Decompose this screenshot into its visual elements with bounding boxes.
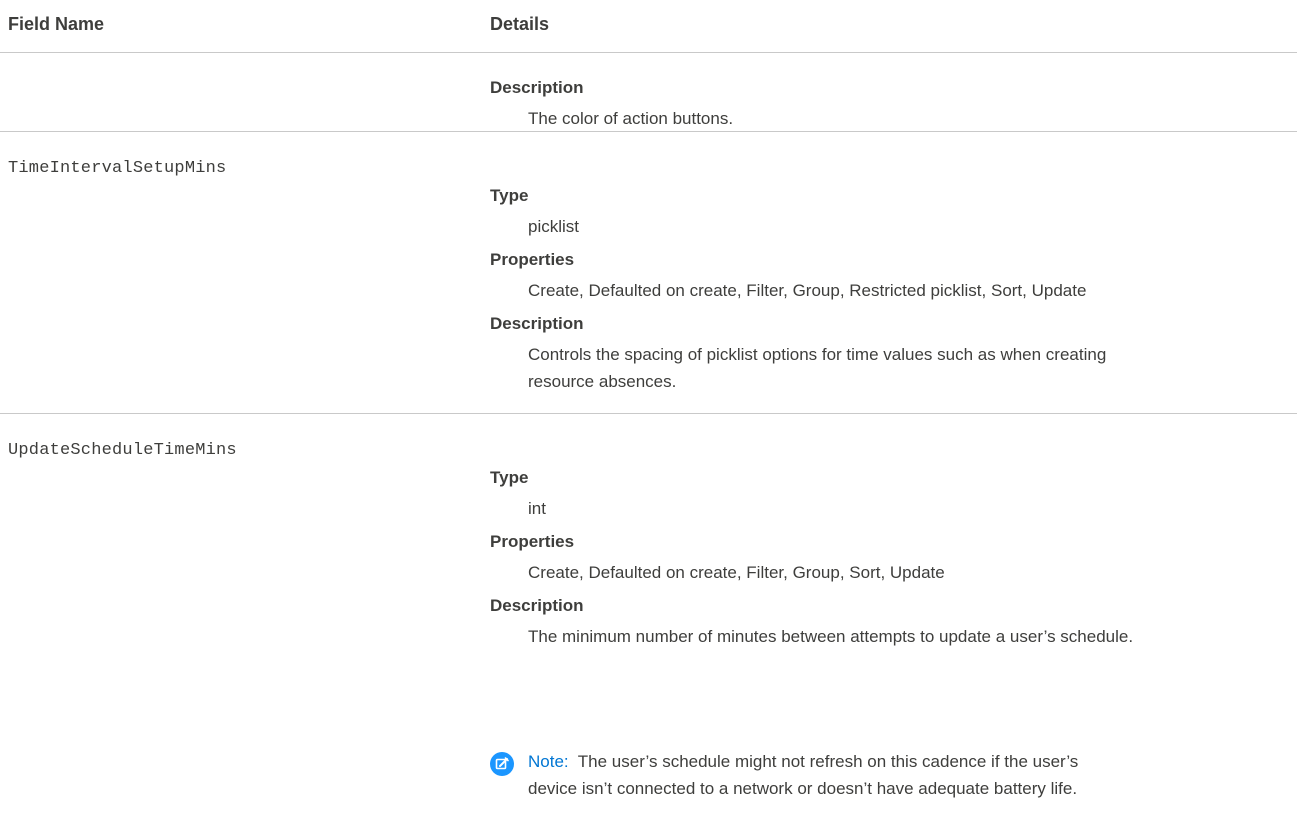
description-line: resource absences. bbox=[528, 372, 677, 391]
description-value: Controls the spacing of picklist options… bbox=[528, 341, 1268, 395]
type-label: Type bbox=[490, 186, 529, 205]
edit-note-icon bbox=[490, 752, 514, 776]
description-label: Description bbox=[490, 314, 584, 333]
description-label: Description bbox=[490, 596, 584, 615]
note-line-2: device isn’t connected to a network or d… bbox=[528, 779, 1078, 798]
description-value: The minimum number of minutes between at… bbox=[528, 627, 1134, 646]
type-value: int bbox=[528, 499, 546, 518]
details-column-header: Details bbox=[490, 14, 550, 34]
note-label: Note: bbox=[528, 752, 569, 771]
type-label: Type bbox=[490, 468, 529, 487]
properties-label: Properties bbox=[490, 532, 575, 551]
properties-value: Create, Defaulted on create, Filter, Gro… bbox=[528, 563, 945, 582]
note-text: Note: The user’s schedule might not refr… bbox=[528, 748, 1268, 802]
description-line: Controls the spacing of picklist options… bbox=[528, 345, 1107, 364]
note-callout: Note: The user’s schedule might not refr… bbox=[490, 748, 1280, 808]
properties-label: Properties bbox=[490, 250, 575, 269]
type-value: picklist bbox=[528, 217, 580, 236]
field-name-column-header: Field Name bbox=[8, 14, 105, 34]
field-name: TimeIntervalSetupMins bbox=[8, 159, 227, 178]
table-header: Field Name Details bbox=[0, 0, 1297, 52]
field-name: UpdateScheduleTimeMins bbox=[8, 441, 237, 460]
description-label: Description bbox=[490, 78, 584, 97]
table-row: TimeIntervalSetupMins Type picklist Prop… bbox=[0, 131, 1297, 456]
description-value: The color of action buttons. bbox=[528, 109, 734, 128]
note-line: Note: The user’s schedule might not refr… bbox=[528, 748, 1268, 775]
properties-value: Create, Defaulted on create, Filter, Gro… bbox=[528, 281, 1087, 300]
note-line-1: The user’s schedule might not refresh on… bbox=[577, 752, 1079, 771]
